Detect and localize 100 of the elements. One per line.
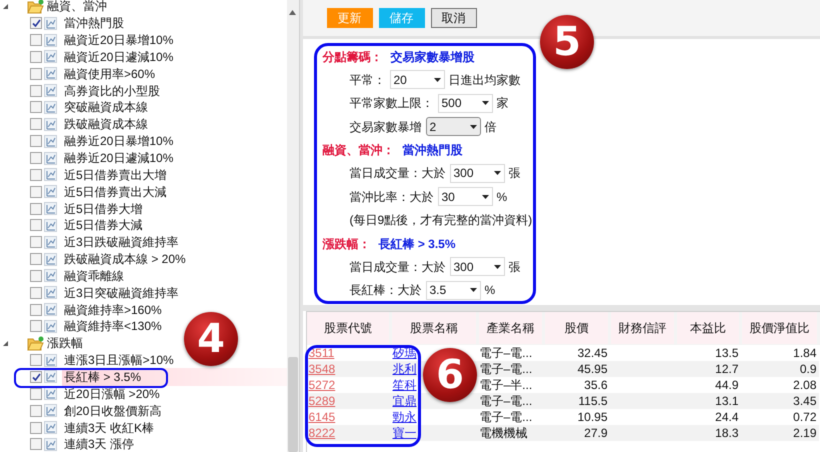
group-label[interactable]: 融資、當沖 bbox=[47, 0, 107, 16]
dropdown[interactable]: 2 bbox=[426, 117, 480, 136]
item-label[interactable]: 高券資比的小型股 bbox=[62, 82, 162, 100]
item-label[interactable]: 近20日漲幅 >20% bbox=[62, 384, 162, 403]
item-label[interactable]: 近5日借券大增 bbox=[62, 200, 145, 218]
stock-name-link[interactable]: 兆利 bbox=[392, 362, 416, 376]
item-label[interactable]: 融資近20日暴增10% bbox=[62, 31, 176, 50]
caret-icon bbox=[482, 101, 488, 106]
scroll-up-icon[interactable] bbox=[289, 10, 296, 15]
checkbox[interactable] bbox=[30, 404, 42, 417]
dropdown[interactable]: 20 bbox=[390, 70, 444, 90]
item-label[interactable]: 近3日突破融資維持率 bbox=[62, 284, 181, 302]
item-label[interactable]: 融資維持率<130% bbox=[62, 317, 164, 336]
dropdown[interactable]: 30 bbox=[438, 187, 492, 206]
expand-arrow-icon[interactable] bbox=[2, 340, 9, 347]
field-label: 長紅棒：大於 bbox=[350, 282, 422, 300]
unit-label: 張 bbox=[508, 165, 520, 182]
chart-icon bbox=[44, 67, 57, 80]
checkbox[interactable] bbox=[30, 202, 42, 215]
checkbox[interactable] bbox=[30, 168, 42, 181]
column-header[interactable]: 股票代號 bbox=[306, 312, 390, 344]
section-value: 當沖熱門股 bbox=[402, 142, 462, 159]
checkbox[interactable] bbox=[30, 370, 42, 383]
dropdown[interactable]: 500 bbox=[438, 94, 492, 113]
dropdown[interactable]: 300 bbox=[450, 257, 504, 276]
item-label[interactable]: 長紅棒 > 3.5% bbox=[62, 368, 287, 386]
item-label[interactable]: 近5日借券賣出大增 bbox=[62, 166, 169, 184]
item-label[interactable]: 融券近20日遽減10% bbox=[62, 149, 176, 168]
item-label[interactable]: 融資維持率>160% bbox=[62, 300, 164, 319]
checkbox[interactable] bbox=[30, 320, 42, 332]
column-header[interactable]: 股價淨值比 bbox=[740, 312, 818, 344]
chart-icon bbox=[44, 202, 57, 216]
stock-name-link[interactable]: 寶一 bbox=[392, 426, 416, 440]
checkbox[interactable] bbox=[30, 236, 42, 248]
item-label[interactable]: 近3日跌破融資維持率 bbox=[62, 233, 181, 252]
field-label: 當沖比率：大於 bbox=[350, 188, 434, 206]
item-label[interactable]: 創20日收盤價新高 bbox=[62, 402, 164, 420]
unit-label: 日進出均家數 bbox=[448, 72, 520, 89]
checkbox[interactable] bbox=[30, 270, 42, 282]
table-cell: 27.9 bbox=[544, 424, 610, 440]
item-label[interactable]: 連續3天 收紅K棒 bbox=[62, 418, 156, 437]
toolbar-button[interactable]: 取消 bbox=[430, 8, 476, 28]
group-label[interactable]: 漲跌幅 bbox=[47, 334, 83, 352]
table-cell: 電子–電... bbox=[478, 408, 544, 424]
item-label[interactable]: 融券近20日暴增10% bbox=[62, 132, 176, 150]
dropdown[interactable]: 300 bbox=[450, 164, 504, 183]
chart-icon bbox=[44, 438, 57, 451]
checkbox[interactable] bbox=[30, 219, 42, 232]
caret-icon bbox=[434, 78, 440, 82]
item-label[interactable]: 跌破融資成本線 bbox=[62, 115, 150, 134]
stock-name-link[interactable]: 笙科 bbox=[392, 378, 416, 392]
checkbox[interactable] bbox=[30, 101, 42, 114]
item-label[interactable]: 融資使用率>60% bbox=[62, 64, 158, 83]
checkbox[interactable] bbox=[30, 354, 42, 366]
checkbox[interactable] bbox=[30, 438, 42, 450]
dropdown[interactable]: 3.5 bbox=[426, 280, 480, 300]
item-label[interactable]: 突破融資成本線 bbox=[62, 98, 150, 116]
item-label[interactable]: 融資近20日遽減10% bbox=[62, 48, 176, 66]
item-label[interactable]: 連續3天 漲停 bbox=[62, 435, 136, 452]
item-label[interactable]: 跌破融資成本線 > 20% bbox=[62, 250, 188, 268]
checkbox[interactable] bbox=[30, 388, 42, 400]
stock-name-link[interactable]: 宜鼎 bbox=[392, 394, 416, 408]
column-header[interactable]: 股票名稱 bbox=[390, 312, 478, 344]
checkbox[interactable] bbox=[30, 304, 42, 316]
table-cell: 115.5 bbox=[544, 392, 610, 408]
folder-icon bbox=[27, 336, 44, 351]
table-cell: 13.1 bbox=[676, 392, 740, 408]
checkbox[interactable] bbox=[30, 422, 42, 434]
checkbox[interactable] bbox=[30, 118, 42, 130]
table-cell: 2.19 bbox=[740, 424, 818, 440]
stock-name-link[interactable]: 勁永 bbox=[392, 410, 416, 424]
column-header[interactable]: 產業名稱 bbox=[478, 312, 544, 344]
scroll-thumb[interactable] bbox=[288, 357, 298, 452]
column-header[interactable]: 財務信評 bbox=[610, 312, 676, 344]
scrollbar[interactable] bbox=[287, 0, 299, 452]
field-label: 平常家數上限： bbox=[350, 95, 434, 112]
checkbox[interactable] bbox=[30, 253, 42, 266]
checkbox[interactable] bbox=[30, 152, 42, 164]
checkbox[interactable] bbox=[30, 135, 42, 148]
table-cell: 電子–電... bbox=[478, 344, 544, 360]
checkbox[interactable] bbox=[30, 34, 42, 46]
expand-arrow-icon[interactable] bbox=[2, 2, 9, 10]
item-label[interactable]: 近5日借券賣出大減 bbox=[62, 182, 169, 201]
section-label: 漲跌幅： bbox=[322, 236, 370, 252]
checkbox[interactable] bbox=[30, 17, 42, 30]
checkbox[interactable] bbox=[30, 286, 42, 299]
checkbox[interactable] bbox=[30, 84, 42, 97]
item-label[interactable]: 近5日借券大減 bbox=[62, 216, 145, 234]
item-label[interactable]: 連漲3日且漲幅>10% bbox=[62, 351, 176, 370]
chart-icon bbox=[44, 269, 57, 282]
column-header[interactable]: 本益比 bbox=[676, 312, 740, 344]
checkbox[interactable] bbox=[30, 50, 42, 63]
checkbox[interactable] bbox=[30, 68, 42, 80]
checkbox[interactable] bbox=[30, 186, 42, 198]
chart-icon bbox=[44, 404, 57, 418]
item-label[interactable]: 融資乖離線 bbox=[62, 266, 126, 285]
item-label[interactable]: 當沖熱門股 bbox=[62, 14, 126, 32]
column-header[interactable]: 股價 bbox=[544, 312, 610, 344]
table-cell: 12.7 bbox=[676, 360, 740, 376]
field-label: 當日成交量：大於 bbox=[350, 258, 446, 276]
